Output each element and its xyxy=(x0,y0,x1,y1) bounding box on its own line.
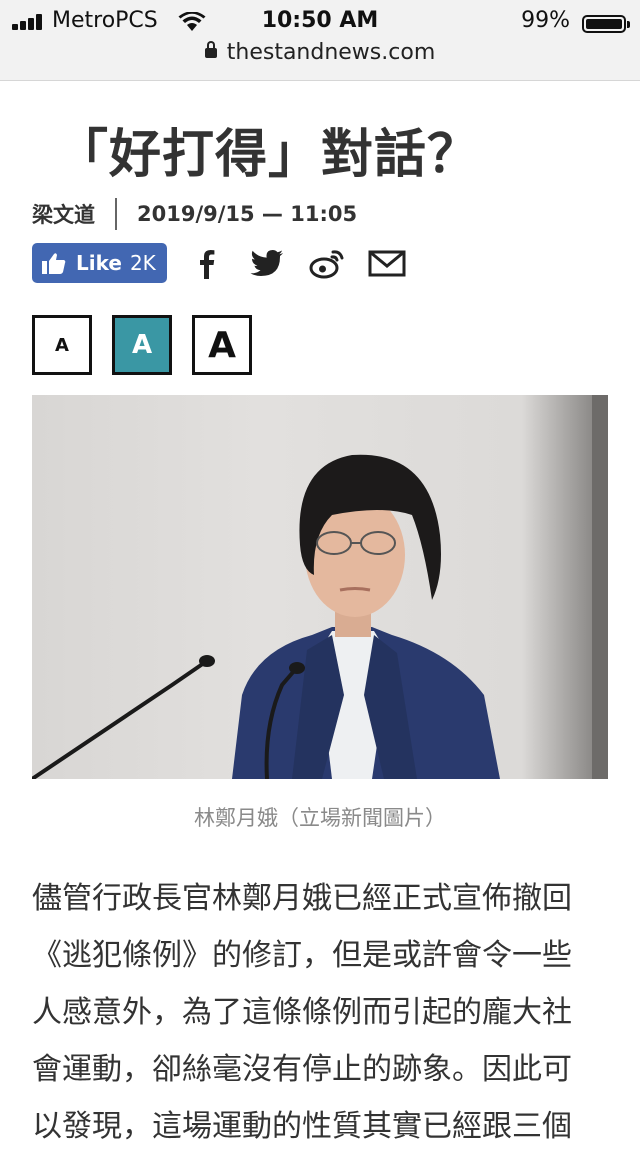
address-bar[interactable]: thestandnews.com xyxy=(0,40,640,65)
email-icon[interactable] xyxy=(367,243,407,283)
thumbs-up-icon xyxy=(42,253,66,274)
like-count: 2K xyxy=(129,251,156,275)
url-text: thestandnews.com xyxy=(226,40,436,65)
font-size-controls: A A A xyxy=(32,315,272,375)
body-line: 人感意外，為了這條條例而引起的龐大社 xyxy=(32,995,572,1030)
photo-illustration xyxy=(32,395,608,779)
battery-icon xyxy=(582,15,630,33)
byline-divider xyxy=(115,198,117,230)
body-line: 儘管行政長官林鄭月娥已經正式宣佈撤回 xyxy=(32,881,572,916)
facebook-like-button[interactable]: Like 2K xyxy=(32,243,167,283)
article-title: 「好打得」對話？ xyxy=(56,125,481,185)
twitter-icon[interactable] xyxy=(247,243,287,283)
body-line: 以發現，這場運動的性質其實已經跟三個 xyxy=(32,1109,572,1144)
battery-percent: 99% xyxy=(521,8,570,33)
body-line: 會運動，卻絲毫沒有停止的跡象。因此可 xyxy=(32,1052,572,1087)
facebook-icon[interactable] xyxy=(187,243,227,283)
font-size-small-button[interactable]: A xyxy=(32,315,92,375)
status-bar: MetroPCS 10:50 AM 99% thestandnews.com xyxy=(0,0,640,81)
article-photo[interactable] xyxy=(32,395,608,779)
lock-icon xyxy=(204,41,217,58)
font-size-large-button[interactable]: A xyxy=(192,315,252,375)
body-line: 《逃犯條例》的修訂，但是或許會令一些 xyxy=(32,938,572,973)
share-bar: Like 2K xyxy=(32,243,407,283)
weibo-icon[interactable] xyxy=(307,243,347,283)
byline: 梁文道 2019/9/15 — 11:05 xyxy=(32,198,357,230)
image-caption: 林鄭月娥（立場新聞圖片） xyxy=(194,806,446,830)
font-size-medium-button[interactable]: A xyxy=(112,315,172,375)
publish-datetime: 2019/9/15 — 11:05 xyxy=(137,202,358,226)
author-name[interactable]: 梁文道 xyxy=(32,199,95,229)
like-label: Like xyxy=(76,251,122,275)
article-body: 儘管行政長官林鄭月娥已經正式宣佈撤回 《逃犯條例》的修訂，但是或許會令一些 人感… xyxy=(32,870,610,1155)
